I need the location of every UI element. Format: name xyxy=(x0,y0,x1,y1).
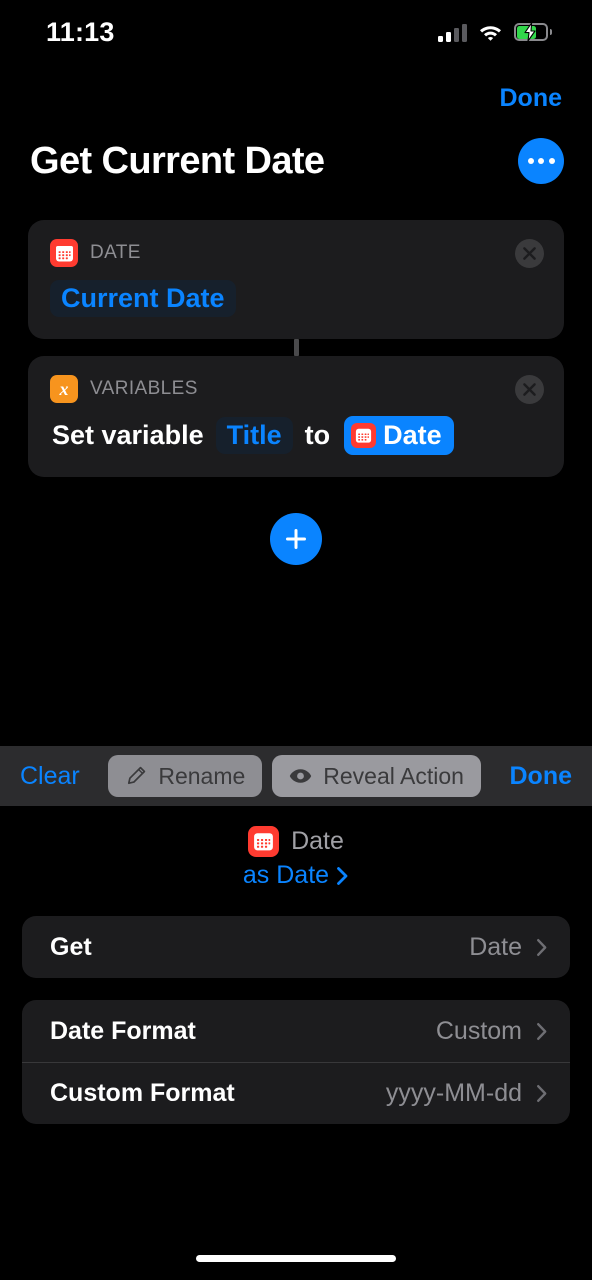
token-variable-title[interactable]: Title xyxy=(215,417,293,454)
eye-icon xyxy=(290,769,312,783)
calendar-icon xyxy=(351,423,377,448)
status-bar: 11:13 xyxy=(0,0,592,64)
ellipsis-icon[interactable] xyxy=(518,138,564,184)
action-card-body: Set variable Title to Date xyxy=(50,416,544,455)
rename-button[interactable]: Rename xyxy=(108,755,263,797)
variable-x-icon: x xyxy=(50,375,78,403)
title-bar: Get Current Date xyxy=(0,138,592,184)
calendar-icon xyxy=(50,239,78,267)
settings-row-get[interactable]: Get Date xyxy=(22,916,570,978)
toolbar-actions: Rename Reveal Action xyxy=(80,755,510,797)
action-card-header: DATE xyxy=(50,239,544,267)
variable-x-glyph: x xyxy=(59,379,69,399)
action-card-date[interactable]: DATE Current Date xyxy=(28,220,564,339)
settings-row-value-group: yyyy-MM-dd xyxy=(386,1079,548,1108)
action-card-variables[interactable]: x VARIABLES Set variable Title to Date xyxy=(28,356,564,477)
action-card-header: x VARIABLES xyxy=(50,375,544,403)
editor-toolbar: Clear Rename Reveal Action Done xyxy=(0,746,592,806)
action-detail-panel: Date as Date Get Date Date Format Custom… xyxy=(0,806,592,1280)
shortcuts-editor-screen: 11:13 Done Get Current Date DATE Current… xyxy=(0,0,592,1280)
settings-row-label: Date Format xyxy=(50,1016,196,1045)
status-bar-clock: 11:13 xyxy=(46,16,115,47)
reveal-action-button[interactable]: Reveal Action xyxy=(272,755,481,797)
page-title: Get Current Date xyxy=(30,139,325,182)
clear-button[interactable]: Clear xyxy=(20,762,80,791)
chevron-right-icon xyxy=(537,1022,547,1040)
action-category-label: DATE xyxy=(90,242,141,263)
settings-row-label: Get xyxy=(50,932,92,961)
token-date-label: Date xyxy=(383,420,442,450)
settings-group-format: Date Format Custom Custom Format yyyy-MM… xyxy=(22,1000,570,1124)
detail-action-name: Date xyxy=(291,827,344,855)
detail-title-row: Date xyxy=(248,826,344,857)
settings-row-value: yyyy-MM-dd xyxy=(385,1079,522,1107)
close-circle-icon[interactable] xyxy=(515,375,544,404)
pencil-icon xyxy=(128,766,146,785)
settings-row-value-group: Date xyxy=(469,933,548,962)
token-date-selected[interactable]: Date xyxy=(344,416,454,455)
rename-label: Rename xyxy=(158,762,246,789)
settings-row-label: Custom Format xyxy=(50,1079,235,1107)
reveal-action-label: Reveal Action xyxy=(323,762,464,789)
toolbar-done-button[interactable]: Done xyxy=(510,762,573,791)
action-category-label: VARIABLES xyxy=(90,378,198,399)
to-text: to xyxy=(304,420,331,450)
wifi-icon xyxy=(478,23,503,42)
action-card-body: Current Date xyxy=(50,280,544,317)
settings-row-value: Custom xyxy=(435,1016,522,1045)
calendar-icon xyxy=(248,826,280,857)
chevron-right-icon xyxy=(537,1085,547,1102)
token-current-date[interactable]: Current Date xyxy=(50,280,236,317)
home-indicator[interactable] xyxy=(196,1255,396,1262)
set-variable-text: Set variable xyxy=(52,420,204,450)
action-connector xyxy=(293,339,299,356)
cellular-signal-icon xyxy=(438,23,467,42)
plus-icon xyxy=(286,529,306,549)
status-bar-indicators xyxy=(438,22,552,42)
nav-done-button[interactable]: Done xyxy=(500,84,563,113)
add-action-button[interactable] xyxy=(270,513,322,565)
settings-row-value-group: Custom xyxy=(436,1017,548,1046)
close-circle-icon[interactable] xyxy=(515,239,544,268)
action-list: DATE Current Date x VARIABLES Set variab… xyxy=(28,220,564,565)
chevron-right-icon xyxy=(337,866,348,885)
settings-row-date-format[interactable]: Date Format Custom xyxy=(22,1000,570,1062)
settings-row-custom-format[interactable]: Custom Format yyyy-MM-dd xyxy=(22,1062,570,1124)
detail-header: Date as Date xyxy=(0,806,592,890)
detail-output-type-label: as Date xyxy=(242,861,330,889)
detail-output-type-button[interactable]: as Date xyxy=(243,861,349,890)
chevron-right-icon xyxy=(537,938,547,956)
settings-group-get: Get Date xyxy=(22,916,570,978)
settings-row-value: Date xyxy=(469,932,522,961)
battery-charging-icon xyxy=(514,22,552,42)
